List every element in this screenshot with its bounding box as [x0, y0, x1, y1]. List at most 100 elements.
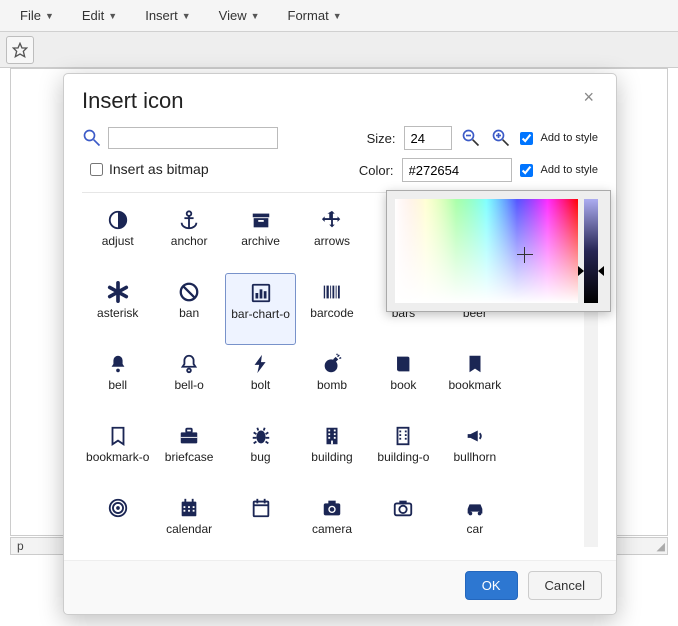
- buildingo-icon: [392, 423, 414, 449]
- arrows-icon: [321, 207, 343, 233]
- dialog-backdrop: Insert icon × Size:: [0, 0, 678, 626]
- icon-label: building: [311, 451, 352, 464]
- icon-bookmark[interactable]: bookmark: [439, 345, 510, 417]
- size-add-to-style-label: Add to style: [541, 132, 598, 144]
- icon-bullhorn[interactable]: bullhorn: [439, 417, 510, 489]
- anchor-icon: [178, 207, 200, 233]
- cancel-button[interactable]: Cancel: [528, 571, 602, 600]
- hue-handle-icon: [578, 266, 584, 276]
- icon-label: adjust: [102, 235, 134, 248]
- bullseye-icon: [107, 495, 129, 521]
- bolt-icon: [250, 351, 272, 377]
- icon-calendar[interactable]: calendar: [153, 489, 224, 547]
- icon-label: asterisk: [97, 307, 138, 320]
- icon-book[interactable]: book: [368, 345, 439, 417]
- icon-cell[interactable]: [82, 489, 153, 547]
- camerao-icon: [392, 495, 414, 521]
- icon-label: arrows: [314, 235, 350, 248]
- size-add-to-style-checkbox[interactable]: [520, 132, 533, 145]
- icon-camera[interactable]: camera: [296, 489, 367, 547]
- icon-building[interactable]: building: [296, 417, 367, 489]
- size-label: Size:: [367, 131, 396, 146]
- calendaro-icon: [250, 495, 272, 521]
- icon-car[interactable]: car: [439, 489, 510, 547]
- icon-barcode[interactable]: barcode: [296, 273, 367, 345]
- bookmark-icon: [464, 351, 486, 377]
- icon-label: book: [390, 379, 416, 392]
- bookmarko-icon: [107, 423, 129, 449]
- ok-button[interactable]: OK: [465, 571, 518, 600]
- icon-label: briefcase: [165, 451, 214, 464]
- icon-arrows[interactable]: arrows: [296, 201, 367, 273]
- insert-as-bitmap-row[interactable]: Insert as bitmap: [90, 161, 209, 177]
- icon-label: bar-chart-o: [231, 308, 290, 321]
- size-input[interactable]: [404, 126, 452, 150]
- icon-label: bomb: [317, 379, 347, 392]
- insert-icon-dialog: Insert icon × Size:: [63, 73, 617, 615]
- icon-briefcase[interactable]: briefcase: [153, 417, 224, 489]
- zoom-in-button[interactable]: [490, 127, 512, 149]
- sv-area[interactable]: [395, 199, 578, 303]
- icon-label: bookmark-o: [86, 451, 149, 464]
- icon-label: building-o: [377, 451, 429, 464]
- icon-label: camera: [312, 523, 352, 536]
- icon-archive[interactable]: archive: [225, 201, 296, 273]
- insert-as-bitmap-checkbox[interactable]: [90, 163, 103, 176]
- icon-cell[interactable]: [225, 489, 296, 547]
- icon-label: bell-o: [174, 379, 203, 392]
- icon-building-o[interactable]: building-o: [368, 417, 439, 489]
- icon-label: bug: [251, 451, 271, 464]
- icon-label: bolt: [251, 379, 270, 392]
- zoom-out-icon: [461, 128, 481, 148]
- icon-label: bullhorn: [454, 451, 497, 464]
- dialog-footer: OK Cancel: [64, 560, 616, 614]
- zoom-in-icon: [491, 128, 511, 148]
- bug-icon: [250, 423, 272, 449]
- search-input[interactable]: [108, 127, 278, 149]
- color-input[interactable]: [402, 158, 512, 182]
- icon-label: ban: [179, 307, 199, 320]
- icon-adjust[interactable]: adjust: [82, 201, 153, 273]
- search-icon: [82, 128, 102, 148]
- barchart-icon: [250, 280, 272, 306]
- bullhorn-icon: [464, 423, 486, 449]
- icon-bookmark-o[interactable]: bookmark-o: [82, 417, 153, 489]
- icon-label: anchor: [171, 235, 208, 248]
- asterisk-icon: [107, 279, 129, 305]
- icon-bell-o[interactable]: bell-o: [153, 345, 224, 417]
- hue-bar[interactable]: [584, 199, 598, 303]
- building-icon: [321, 423, 343, 449]
- bello-icon: [178, 351, 200, 377]
- calendar-icon: [178, 495, 200, 521]
- barcode-icon: [321, 279, 343, 305]
- color-add-to-style-label: Add to style: [541, 164, 598, 176]
- ban-icon: [178, 279, 200, 305]
- zoom-out-button[interactable]: [460, 127, 482, 149]
- color-picker[interactable]: [386, 190, 611, 312]
- adjust-icon: [107, 207, 129, 233]
- dialog-body: Size: Add to style Insert as bitmap: [64, 120, 616, 560]
- icon-bomb[interactable]: bomb: [296, 345, 367, 417]
- icon-label: calendar: [166, 523, 212, 536]
- icon-bug[interactable]: bug: [225, 417, 296, 489]
- color-add-to-style-checkbox[interactable]: [520, 164, 533, 177]
- icon-anchor[interactable]: anchor: [153, 201, 224, 273]
- icon-label: archive: [241, 235, 280, 248]
- icon-asterisk[interactable]: asterisk: [82, 273, 153, 345]
- icon-bolt[interactable]: bolt: [225, 345, 296, 417]
- book-icon: [392, 351, 414, 377]
- icon-cell[interactable]: [368, 489, 439, 547]
- camera-icon: [321, 495, 343, 521]
- icon-ban[interactable]: ban: [153, 273, 224, 345]
- car-icon: [464, 495, 486, 521]
- briefcase-icon: [178, 423, 200, 449]
- archive-icon: [250, 207, 272, 233]
- close-button[interactable]: ×: [579, 88, 598, 106]
- icon-bar-chart-o[interactable]: bar-chart-o: [225, 273, 296, 345]
- insert-as-bitmap-label: Insert as bitmap: [109, 161, 209, 177]
- icon-label: car: [467, 523, 484, 536]
- dialog-title: Insert icon: [82, 88, 184, 114]
- icon-label: barcode: [310, 307, 353, 320]
- icon-bell[interactable]: bell: [82, 345, 153, 417]
- hue-handle-icon: [598, 266, 604, 276]
